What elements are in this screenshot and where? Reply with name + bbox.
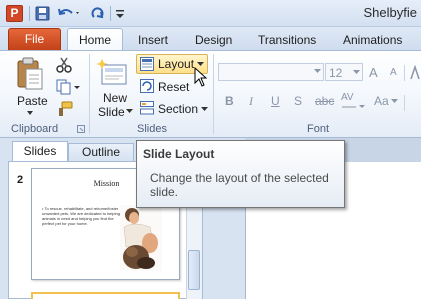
customize-icon[interactable] — [114, 4, 126, 23]
layout-icon — [140, 57, 154, 71]
bold-button[interactable]: B — [225, 94, 234, 108]
character-spacing-button[interactable]: AV — [341, 92, 354, 103]
clipboard-group-label: Clipboard — [11, 123, 59, 135]
paste-button[interactable]: Paste — [17, 94, 48, 108]
reset-icon[interactable] — [140, 79, 154, 93]
font-name-dropdown-icon[interactable] — [314, 69, 321, 74]
tab-home[interactable]: Home — [67, 28, 123, 52]
section-dropdown-icon[interactable] — [201, 107, 208, 112]
paste-dropdown-icon[interactable] — [26, 110, 34, 116]
copy-icon[interactable] — [56, 79, 82, 95]
paste-icon[interactable] — [15, 57, 45, 93]
tab-transitions[interactable]: Transitions — [258, 31, 316, 51]
new-slide-button[interactable]: Slide — [98, 105, 125, 119]
tab-slides[interactable]: Slides — [12, 141, 68, 162]
font-separator — [404, 65, 405, 81]
dialog-launcher-icon[interactable] — [77, 125, 85, 133]
font-name-combobox[interactable] — [218, 63, 324, 81]
redo-icon[interactable] — [89, 4, 107, 23]
tooltip-body: Change the layout of the selected slide. — [150, 171, 329, 199]
scrollbar-thumb[interactable] — [188, 250, 200, 290]
layout-tooltip: Slide Layout Change the layout of the se… — [136, 140, 345, 208]
case-dropdown-icon[interactable] — [391, 99, 398, 104]
powerpoint-icon[interactable]: P — [6, 5, 23, 22]
font-group-label: Font — [307, 123, 330, 135]
slide-photo — [120, 205, 162, 271]
font-separator — [404, 95, 405, 111]
italic-button[interactable]: I — [249, 94, 253, 109]
new-slide-icon[interactable] — [96, 57, 128, 87]
tab-file[interactable]: File — [8, 28, 61, 51]
cut-icon[interactable] — [56, 57, 72, 73]
new-slide-dropdown-icon[interactable] — [126, 109, 133, 114]
font-size-combobox[interactable]: 12 — [325, 63, 363, 81]
tab-outline[interactable]: Outline — [68, 143, 134, 162]
grow-font-button[interactable]: A — [369, 65, 378, 80]
slide-number: 2 — [17, 174, 24, 186]
title-bar: P Shelbyfie — [0, 0, 421, 27]
shrink-font-button[interactable]: A — [390, 67, 397, 78]
tab-animations[interactable]: Animations — [343, 31, 402, 51]
thumbnail-text: • To rescue, rehabilitate, and rehome/fo… — [42, 206, 120, 226]
window-title: Shelbyfie — [363, 5, 417, 20]
slide-thumbnail-next[interactable] — [31, 292, 180, 299]
underline-button[interactable]: U — [271, 94, 280, 108]
change-case-button[interactable]: Aa — [374, 94, 389, 108]
new-slide-label-1[interactable]: New — [103, 91, 127, 105]
undo-icon[interactable] — [56, 4, 82, 23]
tab-insert[interactable]: Insert — [138, 31, 168, 51]
qat-separator — [29, 6, 30, 21]
strikethrough-button[interactable]: abc — [315, 94, 334, 108]
layout-label: Layout — [158, 57, 195, 71]
font-size-value: 12 — [329, 66, 343, 80]
tooltip-title: Slide Layout — [143, 147, 215, 161]
reset-button[interactable]: Reset — [158, 80, 189, 94]
ribbon-tabs: File Home Insert Design Transitions Anim… — [0, 27, 421, 52]
save-icon[interactable] — [34, 4, 52, 23]
group-separator — [213, 54, 214, 134]
text-shadow-button[interactable]: S — [294, 94, 302, 108]
ribbon: Paste Clipboard New Slide Layout Reset S… — [0, 50, 421, 138]
spacing-dropdown-icon[interactable] — [341, 104, 367, 110]
section-button[interactable]: Section — [158, 102, 198, 116]
tab-design[interactable]: Design — [195, 31, 232, 51]
qat-separator — [110, 6, 111, 21]
section-icon[interactable] — [140, 101, 154, 115]
mouse-cursor-icon — [194, 67, 208, 87]
clear-formatting-icon[interactable] — [409, 65, 421, 81]
slides-group-label: Slides — [137, 123, 167, 135]
format-painter-icon[interactable] — [56, 101, 74, 117]
group-separator — [89, 54, 90, 134]
